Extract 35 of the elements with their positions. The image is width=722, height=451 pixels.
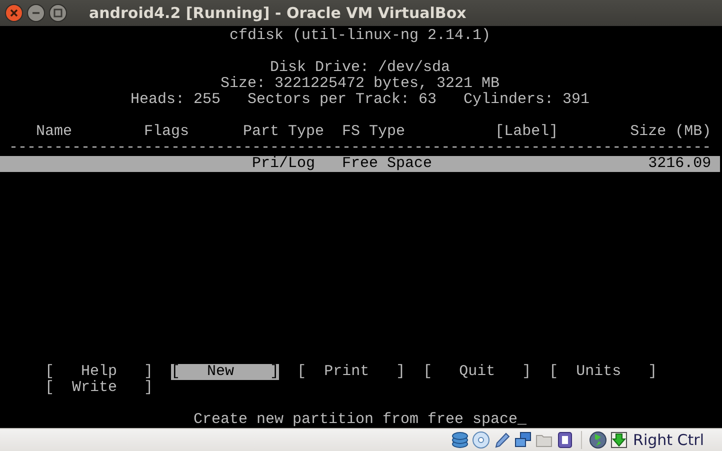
- disk-info: Heads: 255 Sectors per Track: 63 Cylinders: 391: [130, 92, 590, 108]
- chip-icon[interactable]: [556, 431, 574, 449]
- disc-icon[interactable]: [472, 431, 490, 449]
- status-message: Create new partition from free space: [193, 412, 518, 428]
- disk-info: Size: 3221225472 bytes, 3221 MB: [220, 76, 500, 92]
- column-header: Part Type: [243, 124, 326, 140]
- table-cell-text: Free Space: [342, 156, 434, 172]
- table-cell-text: Pri/Log: [251, 156, 316, 172]
- menu-item[interactable]: [ Write ]: [45, 380, 154, 396]
- column-header: Flags: [144, 124, 190, 140]
- pen-icon[interactable]: [493, 431, 512, 449]
- maximize-button[interactable]: [49, 4, 67, 22]
- cursor: _: [518, 412, 527, 428]
- menu-item[interactable]: [ Help ]: [45, 364, 154, 380]
- separator-line: ------------------------------------------------------------------------------: [9, 140, 712, 156]
- monitors-icon[interactable]: [514, 431, 532, 449]
- menu-item[interactable]: [ Units ]: [549, 364, 658, 380]
- column-header: Size (MB): [630, 124, 712, 140]
- minimize-button[interactable]: [27, 4, 45, 22]
- program-heading: cfdisk (util-linux-ng 2.14.1): [229, 28, 491, 44]
- disk-info: Disk Drive: /dev/sda: [270, 60, 450, 76]
- menu-item[interactable]: [ New ]: [171, 364, 280, 380]
- column-header: FS Type: [342, 124, 406, 140]
- table-cell-text: 3216.09: [647, 156, 712, 172]
- menu-item[interactable]: [ Quit ]: [423, 364, 532, 380]
- globe-icon[interactable]: [589, 431, 608, 449]
- down-arrow-icon[interactable]: [610, 431, 628, 449]
- close-button[interactable]: [5, 4, 23, 22]
- partition-row[interactable]: Pri/Log Free Space 3216.09: [0, 156, 720, 172]
- column-header: Name: [36, 124, 74, 140]
- menu-item[interactable]: [ Print ]: [297, 364, 406, 380]
- host-key-label: Right Ctrl: [633, 431, 704, 449]
- window-title: android4.2 [Running] - Oracle VM VirtualBox: [89, 4, 466, 22]
- disks-icon[interactable]: [451, 431, 470, 449]
- column-header: [Label]: [495, 124, 560, 140]
